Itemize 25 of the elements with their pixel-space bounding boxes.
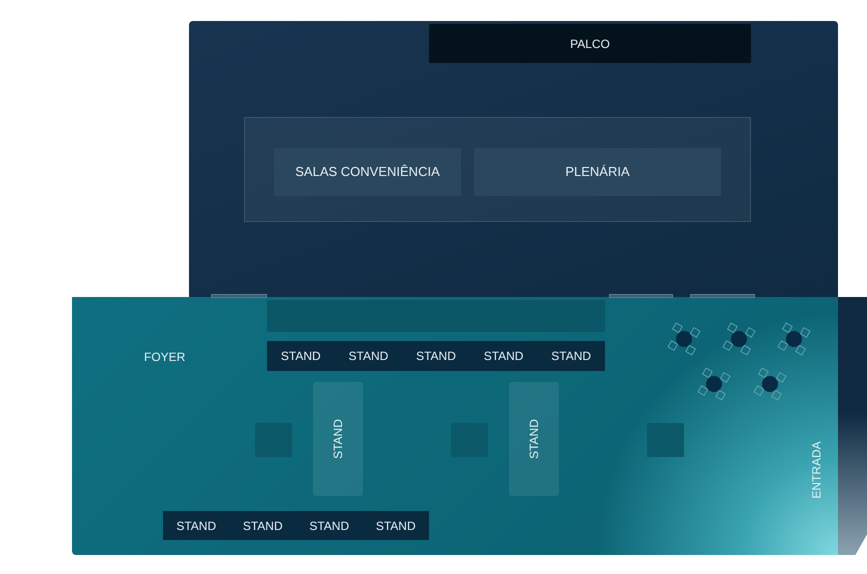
foyer-label: FOYER (144, 349, 186, 366)
door-marker (211, 294, 267, 298)
table-with-chairs-icon (751, 365, 789, 403)
room-block: SALAS CONVENIÊNCIA (274, 148, 461, 196)
stand-label: STAND (484, 348, 524, 365)
room-block: PLENÁRIA (474, 148, 721, 196)
table-with-chairs-icon (720, 320, 758, 358)
stand-label: STAND (309, 518, 350, 534)
table-with-chairs-icon (775, 320, 813, 358)
pillar-block (647, 423, 684, 457)
table-with-chairs-icon (695, 365, 733, 403)
stand-label: STAND (176, 518, 216, 534)
door-marker (690, 294, 755, 298)
stand-label: STAND (348, 348, 388, 365)
stand-label: STAND (376, 518, 416, 534)
stand-label: STAND (330, 419, 346, 459)
door-marker (609, 294, 673, 298)
stand-label: STAND (242, 518, 283, 534)
stand-label: STAND (526, 419, 542, 459)
stand-label: STAND (416, 348, 456, 365)
table-with-chairs-icon (665, 320, 703, 358)
stage-label: PALCO (570, 36, 610, 52)
entrance-label: ENTRADA (809, 441, 825, 499)
stand-label: STAND (551, 348, 592, 365)
stand-label: STAND (280, 348, 321, 365)
